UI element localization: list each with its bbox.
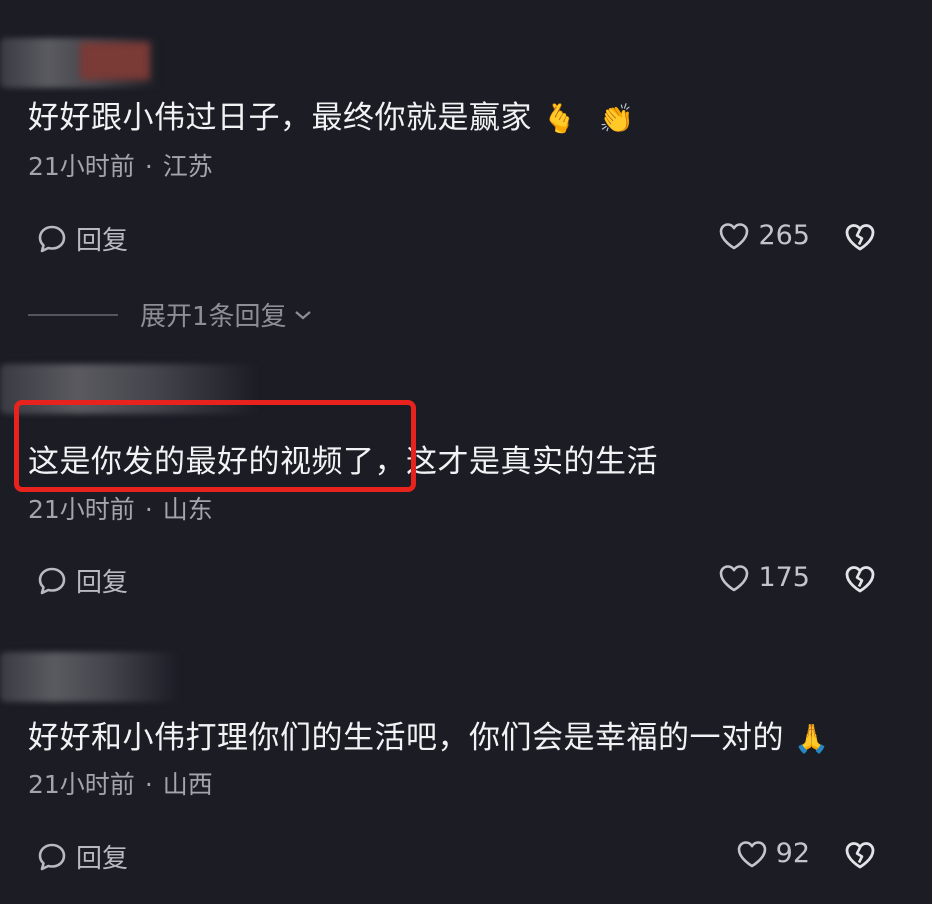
dislike-button[interactable] xyxy=(844,222,876,256)
heart-icon xyxy=(737,840,766,867)
dislike-button[interactable] xyxy=(844,840,876,874)
speech-bubble-icon xyxy=(38,567,66,594)
timestamp: 21小时前 xyxy=(28,770,135,799)
like-button[interactable]: 265 xyxy=(718,220,810,251)
reply-button[interactable]: 回复 xyxy=(36,220,128,257)
like-count: 92 xyxy=(775,838,810,869)
blurred-username xyxy=(0,652,180,702)
comment-text: 好好和小伟打理你们的生活吧，你们会是幸福的一对的 🙏 xyxy=(28,720,830,756)
comment-text: 好好跟小伟过日子，最终你就是赢家 🫰 👏 xyxy=(28,100,635,136)
like-button[interactable]: 92 xyxy=(736,838,810,869)
emoji: 🙏 xyxy=(794,722,830,755)
timestamp: 21小时前 xyxy=(28,495,135,524)
broken-heart-icon xyxy=(845,224,875,251)
reply-label: 回复 xyxy=(76,568,129,598)
reply-button[interactable]: 回复 xyxy=(36,838,128,875)
location: 山西 xyxy=(162,770,213,799)
comment-meta: 21小时前 · 山西 xyxy=(28,770,213,799)
dislike-button[interactable] xyxy=(844,564,876,598)
like-count: 265 xyxy=(758,220,810,251)
expand-replies-label: 展开1条回复 xyxy=(140,302,287,332)
location: 山东 xyxy=(162,495,213,524)
speech-bubble-icon xyxy=(38,225,66,252)
reply-label: 回复 xyxy=(76,226,129,256)
heart-icon xyxy=(720,222,749,249)
timestamp: 21小时前 xyxy=(28,152,135,181)
emoji: 👏 xyxy=(599,102,635,135)
broken-heart-icon xyxy=(845,566,875,593)
reply-button[interactable]: 回复 xyxy=(36,562,128,599)
expand-replies[interactable]: 展开1条回复 xyxy=(28,296,313,333)
like-button[interactable]: 175 xyxy=(718,562,810,593)
highlight-box xyxy=(14,400,416,492)
heart-icon xyxy=(720,564,749,591)
chevron-down-icon xyxy=(294,310,311,319)
location: 江苏 xyxy=(162,152,213,181)
blurred-username xyxy=(0,38,160,88)
emoji: 🫰 xyxy=(542,102,578,135)
reply-label: 回复 xyxy=(76,844,129,874)
speech-bubble-icon xyxy=(38,843,66,870)
comment-meta: 21小时前 · 江苏 xyxy=(28,152,213,181)
broken-heart-icon xyxy=(845,842,875,869)
like-count: 175 xyxy=(758,562,810,593)
divider xyxy=(28,313,118,316)
comment-meta: 21小时前 · 山东 xyxy=(28,495,213,524)
